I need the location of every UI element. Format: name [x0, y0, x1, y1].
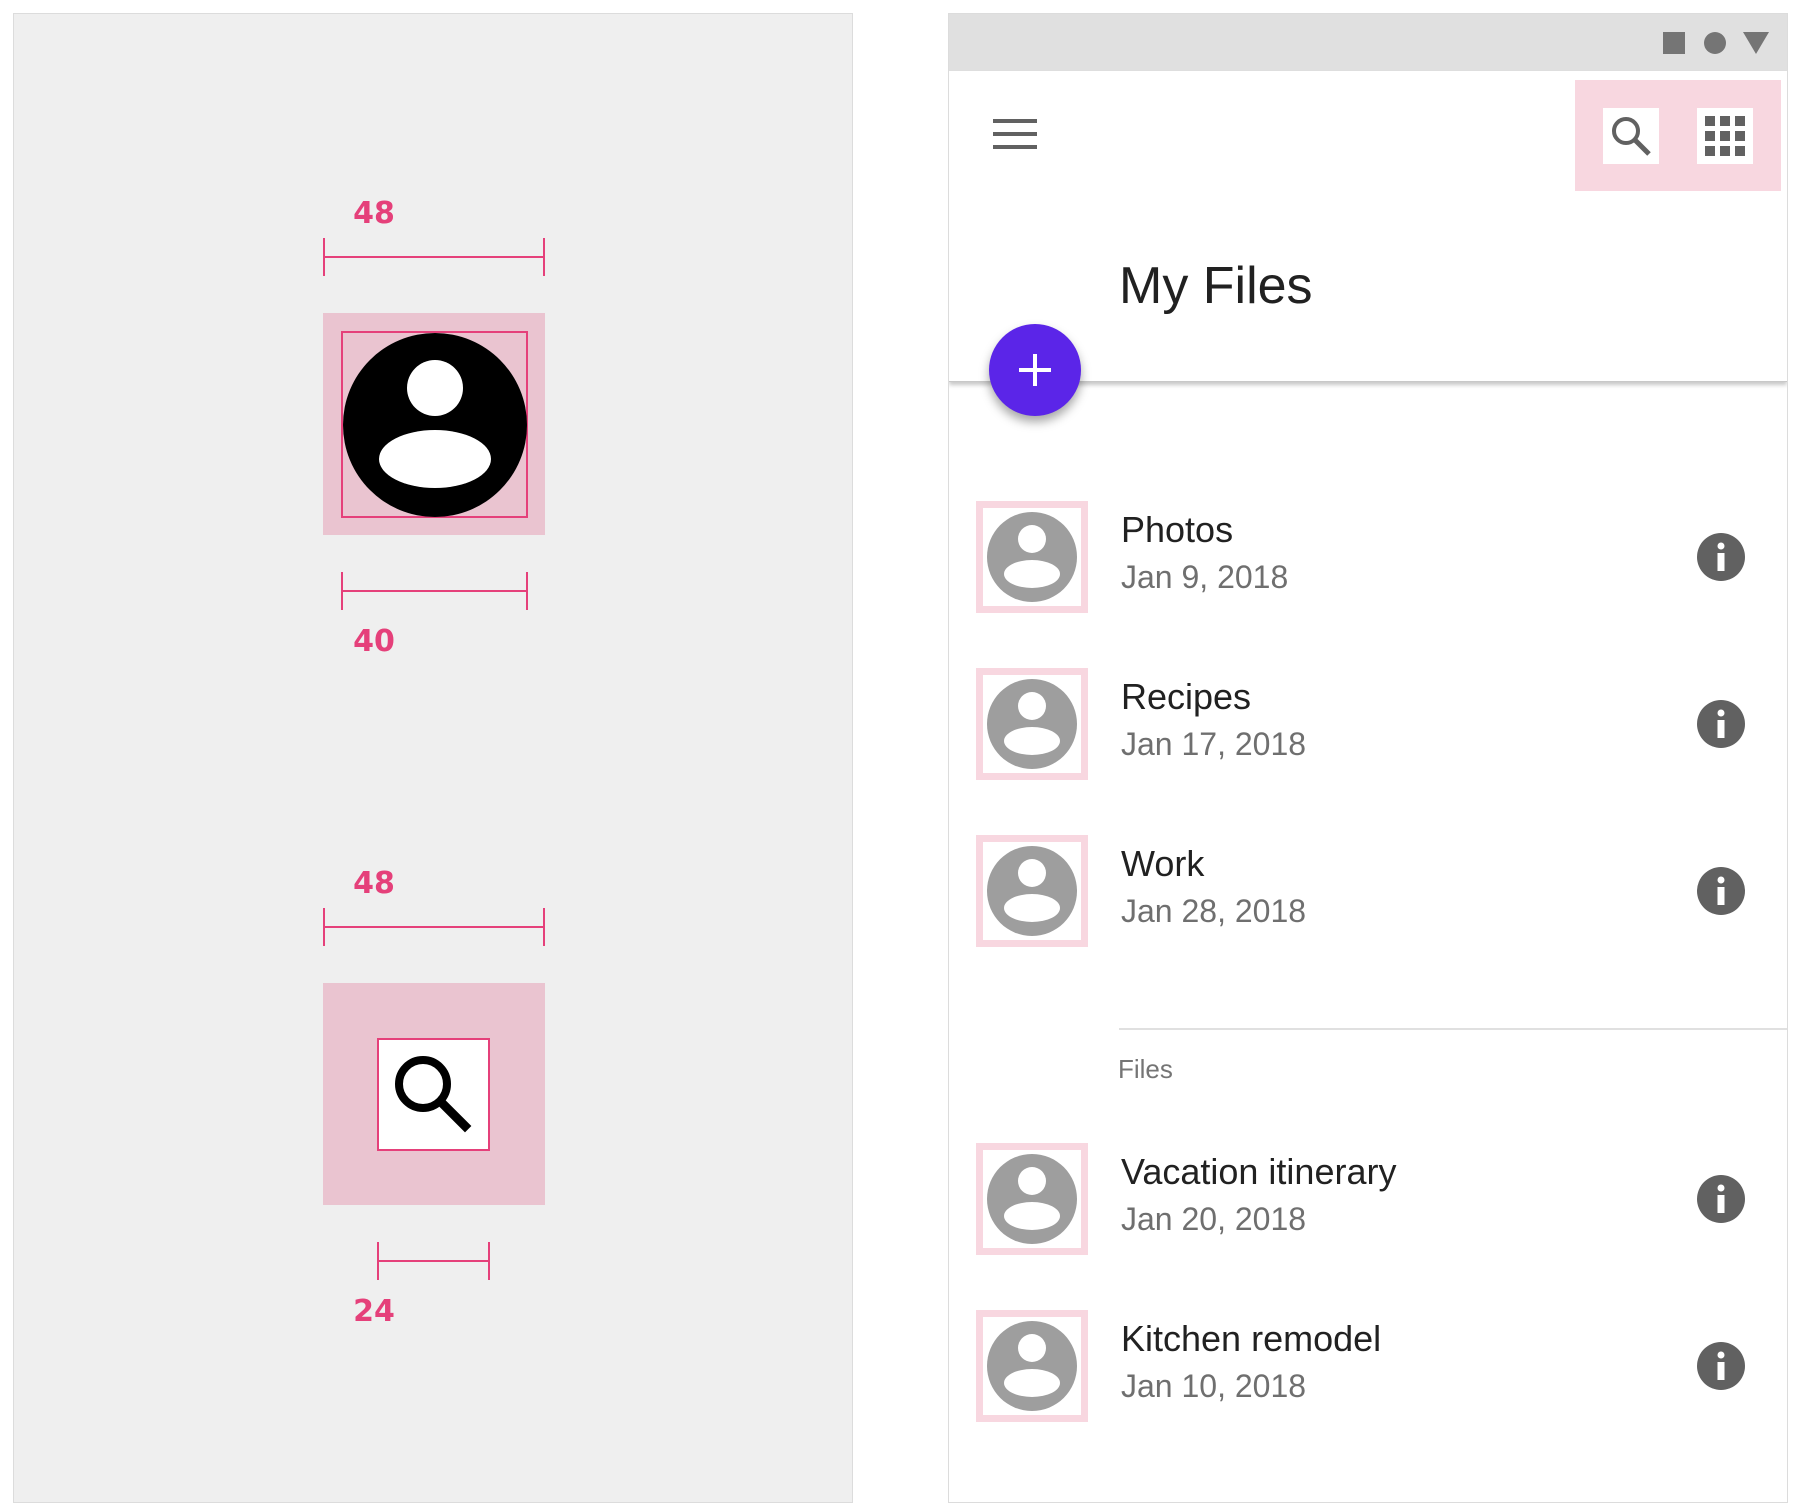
spec-panel: 48 40 48 24: [13, 13, 853, 1503]
list-item[interactable]: Photos Jan 9, 2018: [949, 499, 1787, 614]
dimension-line: [377, 1260, 490, 1262]
status-bar: [949, 14, 1787, 71]
thumbnail-touch-area: [976, 1143, 1088, 1255]
account-circle-icon: [987, 679, 1077, 769]
add-fab-button[interactable]: [989, 324, 1081, 416]
file-name: Vacation itinerary: [1121, 1151, 1397, 1192]
page-title: My Files: [1119, 257, 1313, 315]
file-name: Kitchen remodel: [1121, 1318, 1382, 1359]
search-button[interactable]: [1603, 108, 1659, 164]
file-date: Jan 20, 2018: [1121, 1201, 1307, 1237]
list-item[interactable]: Kitchen remodel Jan 10, 2018: [949, 1308, 1787, 1423]
folder-name: Recipes: [1121, 676, 1252, 717]
account-circle-icon: [343, 333, 527, 517]
avatar-icon-size: 40: [353, 624, 395, 659]
info-icon[interactable]: [1697, 1342, 1745, 1390]
list-item[interactable]: Work Jan 28, 2018: [949, 833, 1787, 948]
dimension-line: [323, 926, 545, 928]
dimension-line: [341, 590, 528, 592]
thumbnail-touch-area: [976, 835, 1088, 947]
square-icon: [1663, 32, 1685, 54]
folder-name: Photos: [1121, 509, 1234, 550]
circle-icon: [1704, 32, 1726, 54]
account-circle-icon: [987, 512, 1077, 602]
thumbnail-touch-area: [976, 501, 1088, 613]
info-icon[interactable]: [1697, 533, 1745, 581]
section-divider: [1119, 1028, 1787, 1030]
thumbnail-bounds: [983, 1150, 1081, 1248]
file-date: Jan 10, 2018: [1121, 1368, 1307, 1404]
thumbnail-bounds: [983, 508, 1081, 606]
apps-grid-button[interactable]: [1697, 108, 1753, 164]
info-icon[interactable]: [1697, 700, 1745, 748]
phone-screen: My Files Photos Jan 9, 2018 Recipes Jan …: [948, 13, 1788, 1503]
info-icon[interactable]: [1697, 867, 1745, 915]
account-circle-icon: [987, 1154, 1077, 1244]
files-subheader: Files: [1118, 1054, 1173, 1084]
apps-grid-icon: [1705, 116, 1745, 156]
search-icon: [1612, 117, 1651, 156]
folder-date: Jan 28, 2018: [1121, 893, 1307, 929]
triangle-icon: [1743, 32, 1769, 54]
search-touch-target-size: 48: [353, 866, 395, 901]
search-icon-size: 24: [353, 1294, 395, 1329]
thumbnail-touch-area: [976, 668, 1088, 780]
plus-icon: [1019, 354, 1051, 386]
app-bar: My Files: [949, 71, 1787, 382]
list-item[interactable]: Recipes Jan 17, 2018: [949, 666, 1787, 781]
thumbnail-touch-area: [976, 1310, 1088, 1422]
search-icon: [395, 1056, 472, 1133]
info-icon[interactable]: [1697, 1175, 1745, 1223]
menu-icon[interactable]: [993, 119, 1037, 149]
folder-date: Jan 9, 2018: [1121, 559, 1289, 595]
folder-date: Jan 17, 2018: [1121, 726, 1307, 762]
avatar-touch-target-size: 48: [353, 196, 395, 231]
thumbnail-bounds: [983, 842, 1081, 940]
thumbnail-bounds: [983, 675, 1081, 773]
account-circle-icon: [987, 1321, 1077, 1411]
dimension-line: [323, 256, 545, 258]
folder-name: Work: [1121, 843, 1205, 884]
account-circle-icon: [987, 846, 1077, 936]
thumbnail-bounds: [983, 1317, 1081, 1415]
list-item[interactable]: Vacation itinerary Jan 20, 2018: [949, 1141, 1787, 1256]
